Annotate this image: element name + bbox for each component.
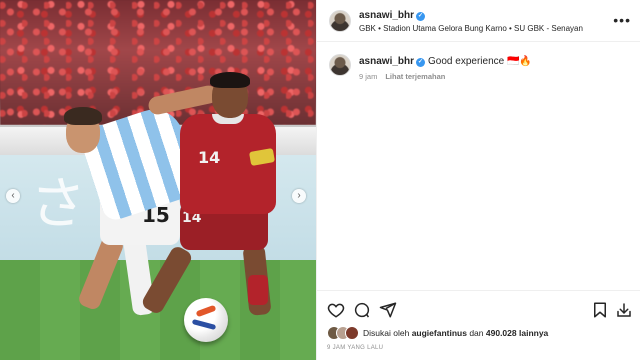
author-avatar[interactable] — [329, 10, 351, 32]
caption-avatar[interactable] — [329, 54, 351, 76]
more-options-button[interactable]: ••• — [613, 12, 631, 28]
post-timestamp[interactable]: 9 JAM YANG LALU — [327, 345, 383, 351]
verified-badge-icon: ✓ — [416, 58, 426, 67]
caption-username[interactable]: asnawi_bhr — [359, 56, 414, 67]
caption-line: asnawi_bhr ✓ Good experience 🇮🇩🔥 — [359, 56, 532, 67]
football — [184, 298, 228, 342]
likes-conjunction: dan — [469, 328, 484, 338]
post-location[interactable]: GBK • Stadion Utama Gelora Bung Karno • … — [359, 24, 583, 33]
likes-user-link[interactable]: augiefantinus — [412, 328, 467, 338]
author-username[interactable]: asnawi_bhr — [359, 10, 414, 21]
indonesia-shirt-number: 14 — [198, 148, 221, 167]
comment-icon[interactable] — [353, 301, 371, 319]
verified-badge-icon: ✓ — [416, 12, 426, 21]
likes-suffix: lainnya — [519, 328, 549, 338]
indonesia-player: 14 14 — [139, 70, 290, 330]
download-icon[interactable] — [615, 301, 633, 319]
liker-avatar — [345, 326, 359, 340]
post-photo[interactable]: さい 15 14 14 ‹ › — [0, 0, 316, 360]
likes-summary: Disukai oleh augiefantinus dan 490.028 l… — [327, 326, 637, 342]
caption-meta: 9 jam Lihat terjemahan — [359, 72, 445, 81]
likes-text: Disukai oleh augiefantinus dan 490.028 l… — [363, 328, 548, 338]
see-translation-link[interactable]: Lihat terjemahan — [385, 72, 445, 81]
heart-icon[interactable] — [327, 301, 345, 319]
carousel-next-button[interactable]: › — [292, 189, 306, 203]
action-bar — [317, 290, 640, 330]
liker-avatars[interactable] — [327, 326, 361, 340]
caption: asnawi_bhr ✓ Good experience 🇮🇩🔥 9 jam Liha… — [317, 52, 640, 92]
likes-count-link[interactable]: 490.028 lainnya — [486, 328, 548, 338]
bookmark-icon[interactable] — [591, 301, 609, 319]
likes-prefix: Disukai oleh — [363, 328, 410, 338]
likes-count: 490.028 — [485, 328, 517, 338]
carousel-prev-button[interactable]: ‹ — [6, 189, 20, 203]
post-header: asnawi_bhr ✓ GBK • Stadion Utama Gelora B… — [317, 0, 640, 42]
caption-time: 9 jam — [359, 72, 378, 81]
author-username-row: asnawi_bhr ✓ — [359, 10, 426, 21]
caption-text: Good experience 🇮🇩🔥 — [428, 56, 532, 67]
post-details-panel: asnawi_bhr ✓ GBK • Stadion Utama Gelora B… — [316, 0, 640, 360]
share-icon[interactable] — [379, 301, 397, 319]
